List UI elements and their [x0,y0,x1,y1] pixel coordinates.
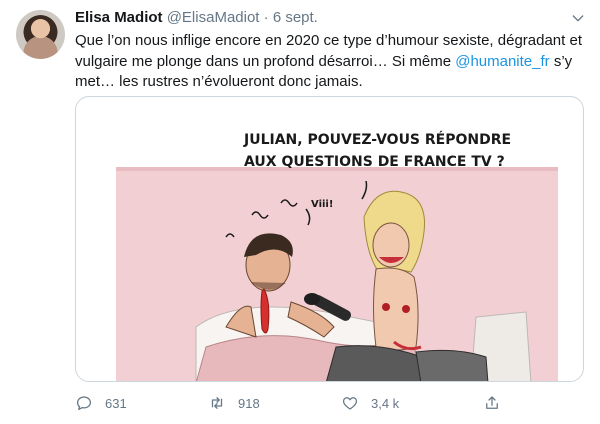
reply-button[interactable]: 631 [75,391,127,415]
user-handle[interactable]: @ElisaMadiot [167,9,260,26]
tweet-text: Que l’on nous inflige encore en 2020 ce … [75,31,583,93]
share-icon [486,396,498,409]
tweet-header: Elisa Madiot @ElisaMadiot · 6 sept. [75,9,560,31]
share-button[interactable] [483,391,501,415]
heart-icon [342,397,358,410]
display-name[interactable]: Elisa Madiot [75,9,163,26]
chevron-down-icon[interactable] [570,10,586,26]
tweet-date[interactable]: 6 sept. [273,9,318,26]
like-button[interactable]: 3,4 k [341,391,399,415]
like-count: 3,4 k [371,395,400,411]
mention-link[interactable]: @humanite_fr [455,53,549,70]
reply-icon [76,396,92,411]
cartoon-sound-effect: Viii! [311,199,333,210]
tweet-actions: 631 918 3,4 k [75,391,584,415]
tweet[interactable]: Elisa Madiot @ElisaMadiot · 6 sept. Que … [0,0,600,424]
retweet-button[interactable]: 918 [208,391,260,415]
tweet-media-cartoon[interactable]: JULIAN, POUVEZ-VOUS RÉPONDRE AUX QUESTIO… [75,96,584,382]
reply-count: 631 [105,395,127,411]
separator-dot: · [263,9,269,26]
cartoon-speech-line1: JULIAN, POUVEZ-VOUS RÉPONDRE [243,131,511,148]
cartoon-speech-line2: AUX QUESTIONS DE FRANCE TV ? [244,154,505,170]
retweet-icon [211,397,223,409]
avatar[interactable] [16,10,65,59]
retweet-count: 918 [238,395,260,411]
